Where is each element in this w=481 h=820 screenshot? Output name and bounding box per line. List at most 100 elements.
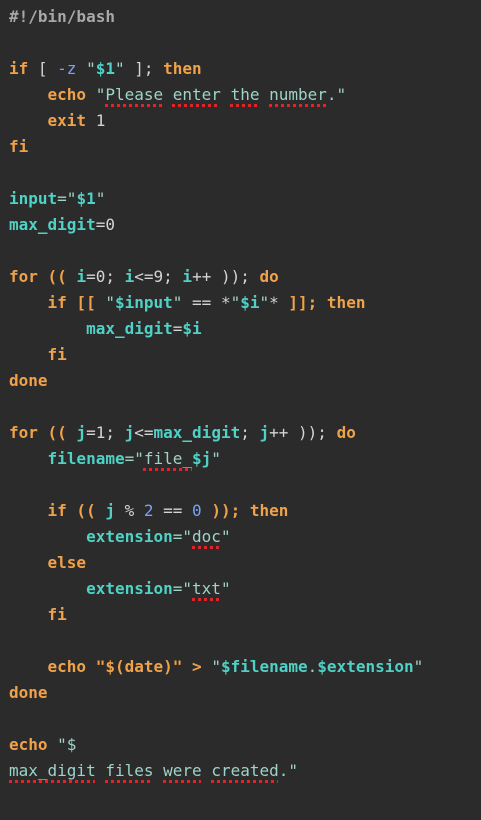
code-token: fi [47,345,67,364]
code-token: do [336,423,356,442]
code-line[interactable]: else [0,550,481,576]
code-line[interactable] [0,628,481,654]
code-token: ." [326,85,347,104]
code-token: <= [134,423,154,442]
code-token: $input [114,293,173,312]
code-token: " [172,657,183,676]
code-line[interactable]: fi [0,342,481,368]
code-line[interactable]: extension="doc" [0,524,481,550]
misspelled-token: doc [192,527,221,546]
code-token: )); [201,501,250,520]
code-token: " [76,59,96,78]
code-token: i [76,267,87,286]
code-line[interactable]: filename="file_$j" [0,446,481,472]
code-token: echo [47,657,87,676]
code-token: max_digit [9,215,96,234]
code-token: $1 [76,189,96,208]
code-token: if [9,59,29,78]
code-editor[interactable]: #!/bin/bash if [ -z "$1" ]; then echo "P… [0,0,481,820]
code-token: then [249,501,289,520]
code-line[interactable]: fi [0,602,481,628]
misspelled-token: txt [192,579,221,598]
code-token: 2 [143,501,154,520]
code-token: " [86,85,106,104]
code-line[interactable] [0,394,481,420]
code-token: fi [47,605,67,624]
code-token: % [114,501,144,520]
code-token: . [307,657,318,676]
misspelled-token: Please [105,85,164,104]
code-token: " [220,527,231,546]
code-token: done [9,371,48,390]
code-line[interactable]: echo "Please enter the number." [0,82,481,108]
code-token: ]; [124,59,164,78]
misspelled-token: max_digit [9,761,96,780]
code-line[interactable]: max_digit=0 [0,212,481,238]
code-token: 1 [86,111,106,130]
code-token: (( [66,501,106,520]
code-token: =0 [95,215,115,234]
code-token: ++ )); [192,267,260,286]
code-line[interactable]: exit 1 [0,108,481,134]
code-line[interactable] [0,472,481,498]
code-token: " [230,293,241,312]
code-line[interactable]: input="$1" [0,186,481,212]
code-token: * [269,293,289,312]
code-token: echo [9,735,48,754]
code-token: $filename [220,657,308,676]
code-token: " [95,189,106,208]
code-token: max_digit [86,319,173,338]
code-token: "$ [47,735,77,754]
code-line[interactable]: #!/bin/bash [0,4,481,30]
code-line[interactable]: if [ -z "$1" ]; then [0,56,481,82]
code-token: " [172,293,183,312]
code-token: $i [182,319,202,338]
code-line[interactable]: extension="txt" [0,576,481,602]
code-token: exit [47,111,87,130]
code-line[interactable]: for (( j=1; j<=max_digit; j++ )); do [0,420,481,446]
misspelled-token: created [211,761,279,780]
code-token: $i [240,293,260,312]
code-line[interactable]: if (( j % 2 == 0 )); then [0,498,481,524]
code-token: <=9; [134,267,183,286]
misspelled-token: number [269,85,327,104]
code-line[interactable]: done [0,368,481,394]
code-line[interactable]: max_digit files were created." [0,758,481,784]
code-token: -z [57,59,77,78]
code-token: then [326,293,366,312]
code-token: extension [86,527,173,546]
code-line[interactable] [0,30,481,56]
code-token: fi [9,137,29,156]
code-line[interactable] [0,160,481,186]
code-token: $extension [317,657,414,676]
code-token: max_digit [153,423,241,442]
code-line[interactable] [0,706,481,732]
code-token: = [172,319,183,338]
code-line[interactable]: echo "$(date)" > "$filename.$extension" [0,654,481,680]
code-token: ]]; [288,293,327,312]
code-token: else [47,553,87,572]
code-token: then [163,59,202,78]
code-token: extension [86,579,173,598]
code-line[interactable]: if [[ "$input" == *"$i"* ]]; then [0,290,481,316]
code-line[interactable]: for (( i=0; i<=9; i++ )); do [0,264,481,290]
misspelled-token: file_ [143,449,193,468]
code-line[interactable] [0,238,481,264]
code-token: for [9,423,38,442]
code-token: [ [28,59,58,78]
code-token: " [413,657,424,676]
code-token: for [9,267,38,286]
code-line[interactable]: max_digit=$i [0,316,481,342]
code-line[interactable]: done [0,680,481,706]
code-token: " [220,579,231,598]
code-token: (( [37,423,77,442]
code-token: j [105,501,115,520]
code-line[interactable]: fi [0,134,481,160]
code-line[interactable]: echo "$ [0,732,481,758]
